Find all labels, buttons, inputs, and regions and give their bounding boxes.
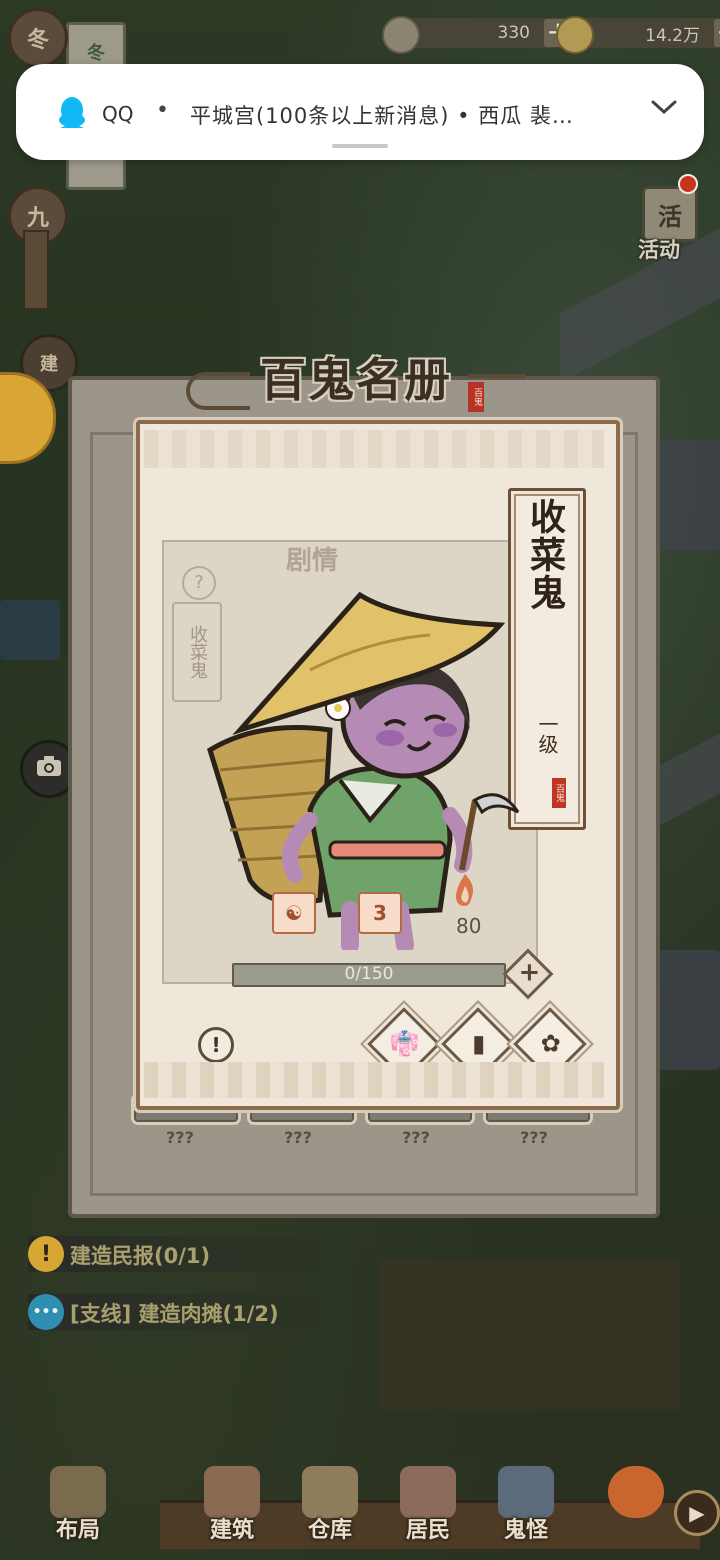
season-tag-label: 冬: [87, 43, 105, 64]
gift-bag-icon: ✿: [540, 1029, 561, 1058]
nav-label: 布局: [55, 1518, 100, 1543]
ghost-stat-value: 3: [373, 901, 387, 925]
locked-ghost-name: ???: [284, 1128, 312, 1147]
map-building: [650, 950, 720, 1070]
nav-label: 仓库: [307, 1518, 352, 1543]
silver-value: 330: [497, 23, 530, 43]
camera-icon: [36, 755, 62, 783]
experience-bar: 0/150: [232, 963, 506, 987]
layout-icon: [50, 1466, 106, 1518]
quest-more-icon: •••: [28, 1294, 64, 1330]
nav-layout[interactable]: 布局: [38, 1466, 118, 1546]
lantern-decoration: [596, 1466, 676, 1546]
main-quest[interactable]: ! 建造民报(0/1): [28, 1236, 344, 1272]
next-arrow-button[interactable]: ▶: [674, 1490, 720, 1536]
locked-ghost-name: ???: [520, 1128, 548, 1147]
plus-icon: +: [518, 957, 541, 988]
map-building: [650, 440, 720, 550]
title-stamp: 百鬼: [468, 382, 484, 412]
lantern-icon: [608, 1466, 664, 1518]
clothing-icon: 👘: [389, 1029, 420, 1058]
add-coin-button[interactable]: +: [714, 18, 720, 47]
nav-label: 鬼怪: [503, 1518, 548, 1543]
notification-dot: [678, 174, 698, 194]
expand-chevron-icon[interactable]: [650, 98, 678, 120]
yin-yang-icon: ☯: [285, 901, 303, 925]
ghost-stat-badge[interactable]: 3: [358, 892, 402, 934]
background-story-title: 剧情: [286, 546, 339, 576]
silver-ingot-icon: [382, 16, 420, 54]
season-winter-button[interactable]: 冬: [8, 8, 68, 68]
locked-ghost-name: ???: [402, 1128, 430, 1147]
map-building: [380, 1260, 680, 1410]
nav-building[interactable]: 建筑: [192, 1466, 272, 1546]
activity-button[interactable]: 活 活动: [636, 174, 708, 264]
warehouse-icon: [302, 1466, 358, 1518]
banner-handle[interactable]: [332, 144, 388, 148]
notification-separator: •: [156, 98, 169, 123]
quest-alert-icon: !: [28, 1236, 64, 1272]
book-icon: ▮: [472, 1029, 486, 1058]
coin-icon: [556, 16, 594, 54]
card-top-pattern: [144, 430, 604, 468]
resident-icon: [400, 1466, 456, 1518]
ghost-icon: [498, 1466, 554, 1518]
season-rope: [23, 230, 49, 310]
qq-penguin-icon: [56, 96, 88, 134]
fire-value: 80: [456, 914, 482, 938]
nav-residents[interactable]: 居民: [388, 1466, 468, 1546]
activity-label: 活动: [638, 238, 680, 262]
silver-counter: 330 +: [382, 16, 576, 54]
ghost-type-icon[interactable]: ☯: [272, 892, 316, 934]
nav-label: 居民: [405, 1518, 450, 1543]
experience-label: 0/150: [344, 964, 394, 984]
notification-text: 平城宫(100条以上新消息) • 西瓜 裴…: [190, 104, 574, 128]
coin-value: 14.2万: [645, 25, 700, 46]
info-button[interactable]: !: [198, 1027, 234, 1063]
building-icon: [204, 1466, 260, 1518]
map-pond: [0, 600, 60, 660]
locked-ghost-name: ???: [166, 1128, 194, 1147]
name-stamp: 百鬼: [552, 778, 566, 808]
quest-text: [支线] 建造肉摊(1/2): [70, 1302, 279, 1326]
side-quest[interactable]: ••• [支线] 建造肉摊(1/2): [28, 1294, 344, 1330]
nav-warehouse[interactable]: 仓库: [290, 1466, 370, 1546]
notification-app-name: QQ: [102, 102, 134, 126]
nav-ghosts[interactable]: 鬼怪: [486, 1466, 566, 1546]
qq-notification-banner[interactable]: QQ • 平城宫(100条以上新消息) • 西瓜 裴…: [16, 64, 704, 160]
quest-text: 建造民报(0/1): [70, 1244, 211, 1268]
nav-label: 建筑: [209, 1518, 254, 1543]
coin-counter: 14.2万 +: [556, 16, 720, 54]
card-bottom-pattern: [144, 1062, 604, 1098]
fire-icon: [452, 872, 478, 912]
